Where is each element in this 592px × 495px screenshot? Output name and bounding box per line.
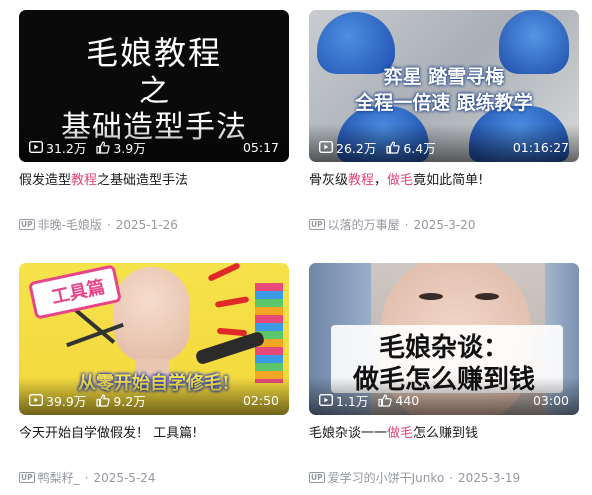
publish-date: 2025-5-24 (93, 470, 156, 485)
title-text: 假发造型 (19, 173, 72, 188)
author-name[interactable]: 鸭梨籽_ (38, 469, 80, 486)
title-text: 毛娘杂谈一一 (309, 426, 388, 441)
view-count: 26.2万 (336, 140, 377, 156)
video-thumbnail[interactable]: 弈星 踏雪寻梅 全程一倍速 跟练教学 26.2万 6.4万 01:16:27 (309, 10, 579, 162)
video-card[interactable]: 毛娘教程 之 基础造型手法 31.2万 3.9万 05:17 假发造型教程之基础… (19, 10, 289, 232)
publish-date: 2025-3-20 (413, 217, 476, 232)
eye-graphic (419, 293, 443, 300)
thumbnail-caption: 全程一倍速 跟练教学 (355, 92, 533, 114)
up-badge-icon: UP (19, 472, 35, 483)
title-keyword: 做毛 (387, 173, 414, 188)
title-text: 竟如此简单! (413, 173, 484, 188)
video-duration: 05:17 (242, 139, 279, 155)
play-count-icon (319, 394, 333, 406)
video-stats: 39.9万 9.2万 02:50 (29, 391, 279, 409)
video-meta: UP 以落的万事屋 · 2025-3-20 (309, 216, 476, 233)
title-keyword: 教程 (348, 173, 375, 188)
video-card[interactable]: 毛娘杂谈： 做毛怎么赚到钱 1.1万 440 03:00 毛娘杂谈一一做毛怎么赚… (309, 263, 579, 485)
mannequin-head-graphic (114, 267, 190, 363)
video-card[interactable]: 弈星 踏雪寻梅 全程一倍速 跟练教学 26.2万 6.4万 01:16:27 骨… (309, 10, 579, 232)
author-name[interactable]: 非晚-毛娘版 (38, 216, 102, 233)
like-count: 440 (395, 392, 420, 408)
thumbnail-caption: 弈星 踏雪寻梅 (383, 66, 505, 88)
video-duration: 02:50 (242, 392, 279, 408)
video-meta: UP 非晚-毛娘版 · 2025-1-26 (19, 216, 178, 233)
view-count: 39.9万 (46, 393, 87, 409)
video-duration: 01:16:27 (512, 139, 569, 155)
play-count-icon (29, 394, 43, 406)
video-title[interactable]: 骨灰级教程，做毛竟如此简单! (309, 171, 579, 191)
like-count: 6.4万 (403, 140, 436, 156)
title-text: ， (374, 173, 388, 188)
publish-date: 2025-3-19 (458, 470, 521, 485)
video-meta: UP 鸭梨籽_ · 2025-5-24 (19, 469, 156, 486)
video-stats: 1.1万 440 03:00 (319, 391, 569, 409)
eye-graphic (475, 293, 499, 300)
view-count: 1.1万 (336, 393, 369, 409)
like-count: 9.2万 (113, 393, 146, 409)
video-card[interactable]: 工具篇 从零开始自学修毛! 39.9万 9.2万 02:50 今天开始自学做假发… (19, 263, 289, 485)
video-thumbnail[interactable]: 毛娘教程 之 基础造型手法 31.2万 3.9万 05:17 (19, 10, 289, 162)
like-icon (96, 140, 110, 154)
title-keyword: 做毛 (387, 426, 414, 441)
play-count-icon (29, 141, 43, 153)
video-title[interactable]: 假发造型教程之基础造型手法 (19, 171, 289, 191)
like-count: 3.9万 (113, 140, 146, 156)
author-name[interactable]: 以落的万事屋 (328, 216, 400, 233)
title-text: 骨灰级 (309, 173, 349, 188)
up-badge-icon: UP (309, 219, 325, 230)
title-keyword: 教程 (71, 173, 98, 188)
play-count-icon (319, 141, 333, 153)
title-text: 今天开始自学做假发！ 工具篇! (19, 426, 198, 441)
video-title[interactable]: 今天开始自学做假发！ 工具篇! (19, 424, 289, 444)
view-count: 31.2万 (46, 140, 87, 156)
video-duration: 03:00 (532, 392, 569, 408)
video-stats: 26.2万 6.4万 01:16:27 (319, 138, 569, 156)
video-title[interactable]: 毛娘杂谈一一做毛怎么赚到钱 (309, 424, 579, 444)
video-meta: UP 爱学习的小饼干Junko · 2025-3-19 (309, 469, 521, 486)
video-stats: 31.2万 3.9万 05:17 (29, 138, 279, 156)
author-name[interactable]: 爱学习的小饼干Junko (328, 469, 445, 486)
like-icon (96, 393, 110, 407)
like-icon (386, 140, 400, 154)
title-text: 怎么赚到钱 (413, 426, 479, 441)
up-badge-icon: UP (309, 472, 325, 483)
publish-date: 2025-1-26 (115, 217, 178, 232)
like-icon (378, 393, 393, 407)
up-badge-icon: UP (19, 219, 35, 230)
title-text: 之基础造型手法 (97, 173, 189, 188)
video-thumbnail[interactable]: 工具篇 从零开始自学修毛! 39.9万 9.2万 02:50 (19, 263, 289, 415)
video-thumbnail[interactable]: 毛娘杂谈： 做毛怎么赚到钱 1.1万 440 03:00 (309, 263, 579, 415)
